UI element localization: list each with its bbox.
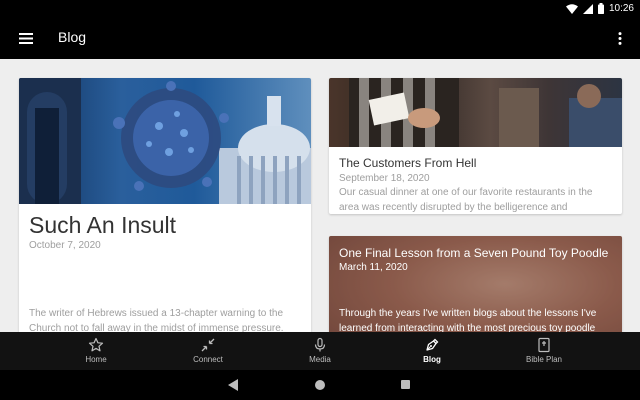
post-date: March 11, 2020 (339, 262, 408, 273)
post-excerpt: The writer of Hebrews issued a 13-chapte… (29, 308, 284, 332)
bottom-navigation: Home Connect Media Blog Bible Plan (0, 332, 640, 370)
pen-nib-icon (426, 338, 439, 351)
wifi-icon (565, 3, 578, 14)
nav-label: Connect (193, 355, 223, 364)
post-title: Such An Insult (29, 212, 177, 238)
star-icon (88, 337, 104, 352)
post-date: September 18, 2020 (339, 173, 430, 184)
back-triangle-icon[interactable] (228, 379, 238, 391)
microphone-icon (314, 337, 326, 352)
hamburger-menu-icon (19, 32, 33, 44)
post-excerpt: Through the years I've written blogs abo… (339, 308, 597, 332)
menu-button[interactable] (14, 26, 38, 50)
post-date: October 7, 2020 (29, 240, 101, 251)
system-navigation-bar (0, 370, 640, 400)
nav-item-blog[interactable]: Blog (376, 332, 488, 370)
recents-square-icon[interactable] (401, 380, 410, 389)
post-title: The Customers From Hell (339, 156, 477, 170)
battery-icon (597, 3, 604, 14)
nav-label: Blog (423, 355, 441, 364)
status-bar: 10:26 (0, 0, 640, 17)
nav-item-home[interactable]: Home (40, 332, 152, 370)
clock: 10:26 (608, 3, 634, 14)
cell-signal-icon (582, 3, 593, 14)
blog-post-card[interactable]: The Customers From Hell September 18, 20… (329, 78, 622, 214)
post-title: One Final Lesson from a Seven Pound Toy … (339, 246, 609, 260)
compress-arrows-icon (201, 338, 215, 352)
nav-label: Bible Plan (525, 355, 563, 364)
blog-post-card[interactable]: One Final Lesson from a Seven Pound Toy … (329, 236, 622, 332)
status-icons: 10:26 (565, 2, 634, 15)
book-icon (538, 337, 550, 353)
nav-label: Media (309, 355, 331, 364)
home-circle-icon[interactable] (315, 380, 325, 390)
nav-item-connect[interactable]: Connect (152, 332, 264, 370)
nav-item-bible-plan[interactable]: Bible Plan (488, 332, 600, 370)
blog-feed: Such An Insult October 7, 2020 The write… (0, 59, 640, 332)
post-excerpt: Our casual dinner at one of our favorite… (339, 187, 593, 213)
post-image-virus-capitol (19, 78, 311, 204)
nav-item-media[interactable]: Media (264, 332, 376, 370)
post-image-waitress (329, 78, 622, 147)
more-vert-icon (618, 31, 622, 45)
overflow-menu-button[interactable] (610, 26, 630, 50)
page-title: Blog (58, 29, 87, 45)
app-bar: Blog (0, 17, 640, 59)
blog-post-card[interactable]: Such An Insult October 7, 2020 The write… (19, 78, 311, 332)
nav-label: Home (85, 355, 107, 364)
